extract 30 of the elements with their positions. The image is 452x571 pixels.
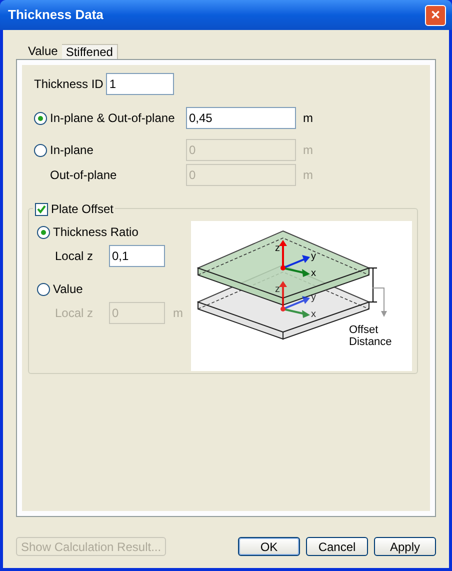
window-title: Thickness Data bbox=[7, 6, 104, 24]
plate-offset-label: Plate Offset bbox=[51, 201, 114, 218]
offset-caption: Offset bbox=[349, 324, 378, 336]
offset-arrow-icon bbox=[372, 288, 387, 317]
option-label: Value bbox=[53, 281, 83, 298]
dialog-button[interactable]: Cancel bbox=[306, 537, 368, 556]
radio-button[interactable] bbox=[34, 112, 47, 124]
close-button[interactable]: ✕ bbox=[425, 4, 446, 26]
dialog-button[interactable]: OK bbox=[238, 537, 300, 556]
radio-button[interactable] bbox=[37, 226, 50, 238]
unit-label: m bbox=[173, 305, 183, 322]
input-field[interactable]: 1 bbox=[106, 73, 174, 95]
checkbox[interactable] bbox=[35, 202, 48, 216]
distance-caption: Distance bbox=[349, 336, 392, 348]
dialog-button[interactable]: Apply bbox=[374, 537, 436, 556]
dimension-line bbox=[368, 268, 378, 302]
out-of-plane-label: Out-of-plane bbox=[49, 167, 118, 184]
axes-drawing: z y x bbox=[275, 281, 316, 320]
tab[interactable]: Stiffened bbox=[62, 44, 118, 59]
input-field[interactable]: 0,45 bbox=[186, 107, 296, 129]
unit-label: m bbox=[303, 110, 313, 127]
local-z-label: Local z bbox=[55, 305, 94, 322]
local-z-label: Local z bbox=[55, 248, 94, 265]
unit-label: m bbox=[303, 167, 313, 184]
option-label: Thickness Ratio bbox=[53, 224, 138, 241]
option-label: In-plane bbox=[50, 142, 94, 159]
unit-label: m bbox=[303, 142, 313, 159]
input-field[interactable]: 0,1 bbox=[109, 245, 165, 267]
thickness-id-label: Thickness ID bbox=[34, 76, 104, 93]
option-label: In-plane & Out-of-plane bbox=[50, 110, 175, 127]
